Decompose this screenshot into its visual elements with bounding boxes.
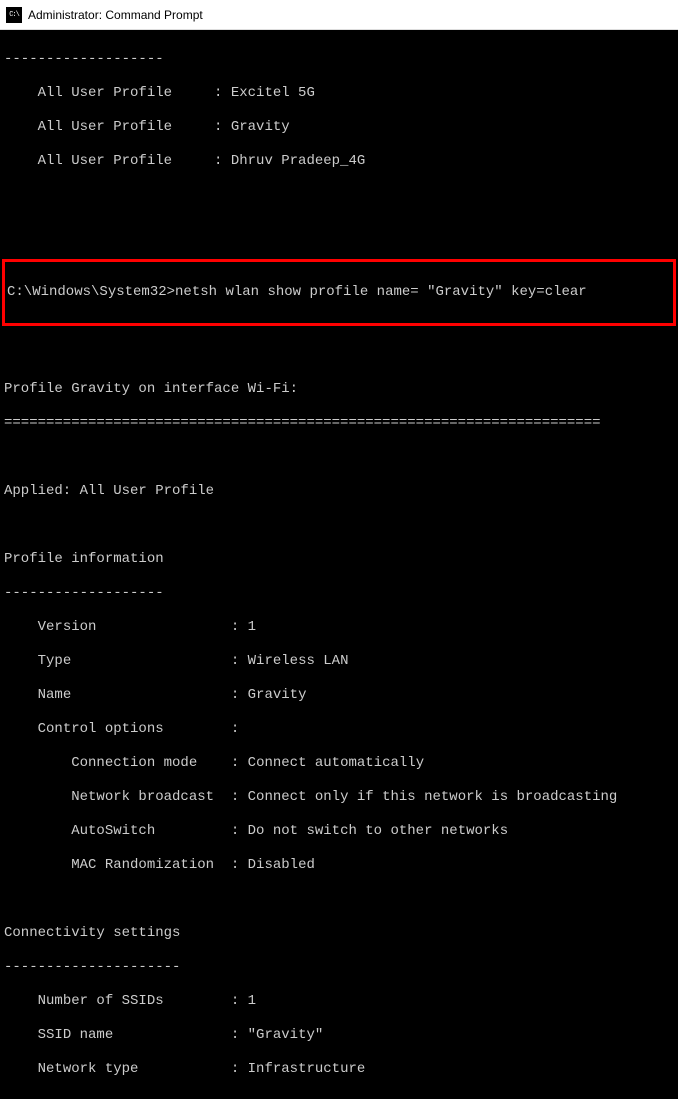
info-label: Connection mode xyxy=(71,755,197,771)
section-header: Connectivity settings xyxy=(0,925,678,942)
info-label: SSID name xyxy=(38,1027,114,1043)
info-value: Disabled xyxy=(248,857,315,873)
info-label: MAC Randomization xyxy=(71,857,214,873)
profile-name: Excitel 5G xyxy=(231,85,315,101)
info-label: AutoSwitch xyxy=(71,823,155,839)
info-row: Network type : Infrastructure xyxy=(0,1061,678,1078)
profile-entry: All User Profile : Dhruv Pradeep_4G xyxy=(0,153,678,170)
info-value: Wireless LAN xyxy=(248,653,349,669)
info-value: Connect only if this network is broadcas… xyxy=(248,789,618,805)
info-value: Connect automatically xyxy=(248,755,424,771)
separator: ========================================… xyxy=(0,415,678,432)
info-label: Control options xyxy=(38,721,164,737)
blank-line xyxy=(0,347,678,364)
profile-label: All User Profile xyxy=(38,85,172,101)
terminal-output[interactable]: ------------------- All User Profile : E… xyxy=(0,30,678,1099)
profile-entry: All User Profile : Excitel 5G xyxy=(0,85,678,102)
command-line: C:\Windows\System32>netsh wlan show prof… xyxy=(7,284,671,301)
info-label: Type xyxy=(38,653,72,669)
info-label: Number of SSIDs xyxy=(38,993,164,1009)
highlighted-command-box: C:\Windows\System32>netsh wlan show prof… xyxy=(2,259,676,326)
window-title: Administrator: Command Prompt xyxy=(28,8,203,22)
info-row: AutoSwitch : Do not switch to other netw… xyxy=(0,823,678,840)
blank-line xyxy=(0,517,678,534)
blank-line xyxy=(0,891,678,908)
blank-line xyxy=(0,221,678,238)
dash-row: ------------------- xyxy=(0,51,678,68)
command-text: netsh wlan show profile name= "Gravity" … xyxy=(175,284,587,301)
info-value: 1 xyxy=(248,993,256,1009)
info-row: Network broadcast : Connect only if this… xyxy=(0,789,678,806)
window-title-bar[interactable]: Administrator: Command Prompt xyxy=(0,0,678,30)
prompt: C:\Windows\System32> xyxy=(7,284,175,301)
info-row: Name : Gravity xyxy=(0,687,678,704)
info-row: Control options : xyxy=(0,721,678,738)
section-header: Profile information xyxy=(0,551,678,568)
applied-line: Applied: All User Profile xyxy=(0,483,678,500)
info-row: MAC Randomization : Disabled xyxy=(0,857,678,874)
info-value: Gravity xyxy=(248,687,307,703)
profile-header: Profile Gravity on interface Wi-Fi: xyxy=(0,381,678,398)
profile-label: All User Profile xyxy=(38,119,172,135)
info-row: Number of SSIDs : 1 xyxy=(0,993,678,1010)
info-label: Network broadcast xyxy=(71,789,214,805)
info-row: Connection mode : Connect automatically xyxy=(0,755,678,772)
info-label: Name xyxy=(38,687,72,703)
info-label: Version xyxy=(38,619,97,635)
profile-label: All User Profile xyxy=(38,153,172,169)
info-row: SSID name : "Gravity" xyxy=(0,1027,678,1044)
section-dash: --------------------- xyxy=(0,959,678,976)
section-dash: ------------------- xyxy=(0,585,678,602)
cmd-icon xyxy=(6,7,22,23)
profile-entry: All User Profile : Gravity xyxy=(0,119,678,136)
blank-line xyxy=(0,449,678,466)
info-row: Version : 1 xyxy=(0,619,678,636)
info-value: 1 xyxy=(248,619,256,635)
blank-line xyxy=(0,187,678,204)
info-value: Infrastructure xyxy=(248,1061,366,1077)
info-value: "Gravity" xyxy=(248,1027,324,1043)
info-label: Network type xyxy=(38,1061,139,1077)
profile-name: Dhruv Pradeep_4G xyxy=(231,153,365,169)
info-value: Do not switch to other networks xyxy=(248,823,508,839)
info-row: Type : Wireless LAN xyxy=(0,653,678,670)
profile-name: Gravity xyxy=(231,119,290,135)
